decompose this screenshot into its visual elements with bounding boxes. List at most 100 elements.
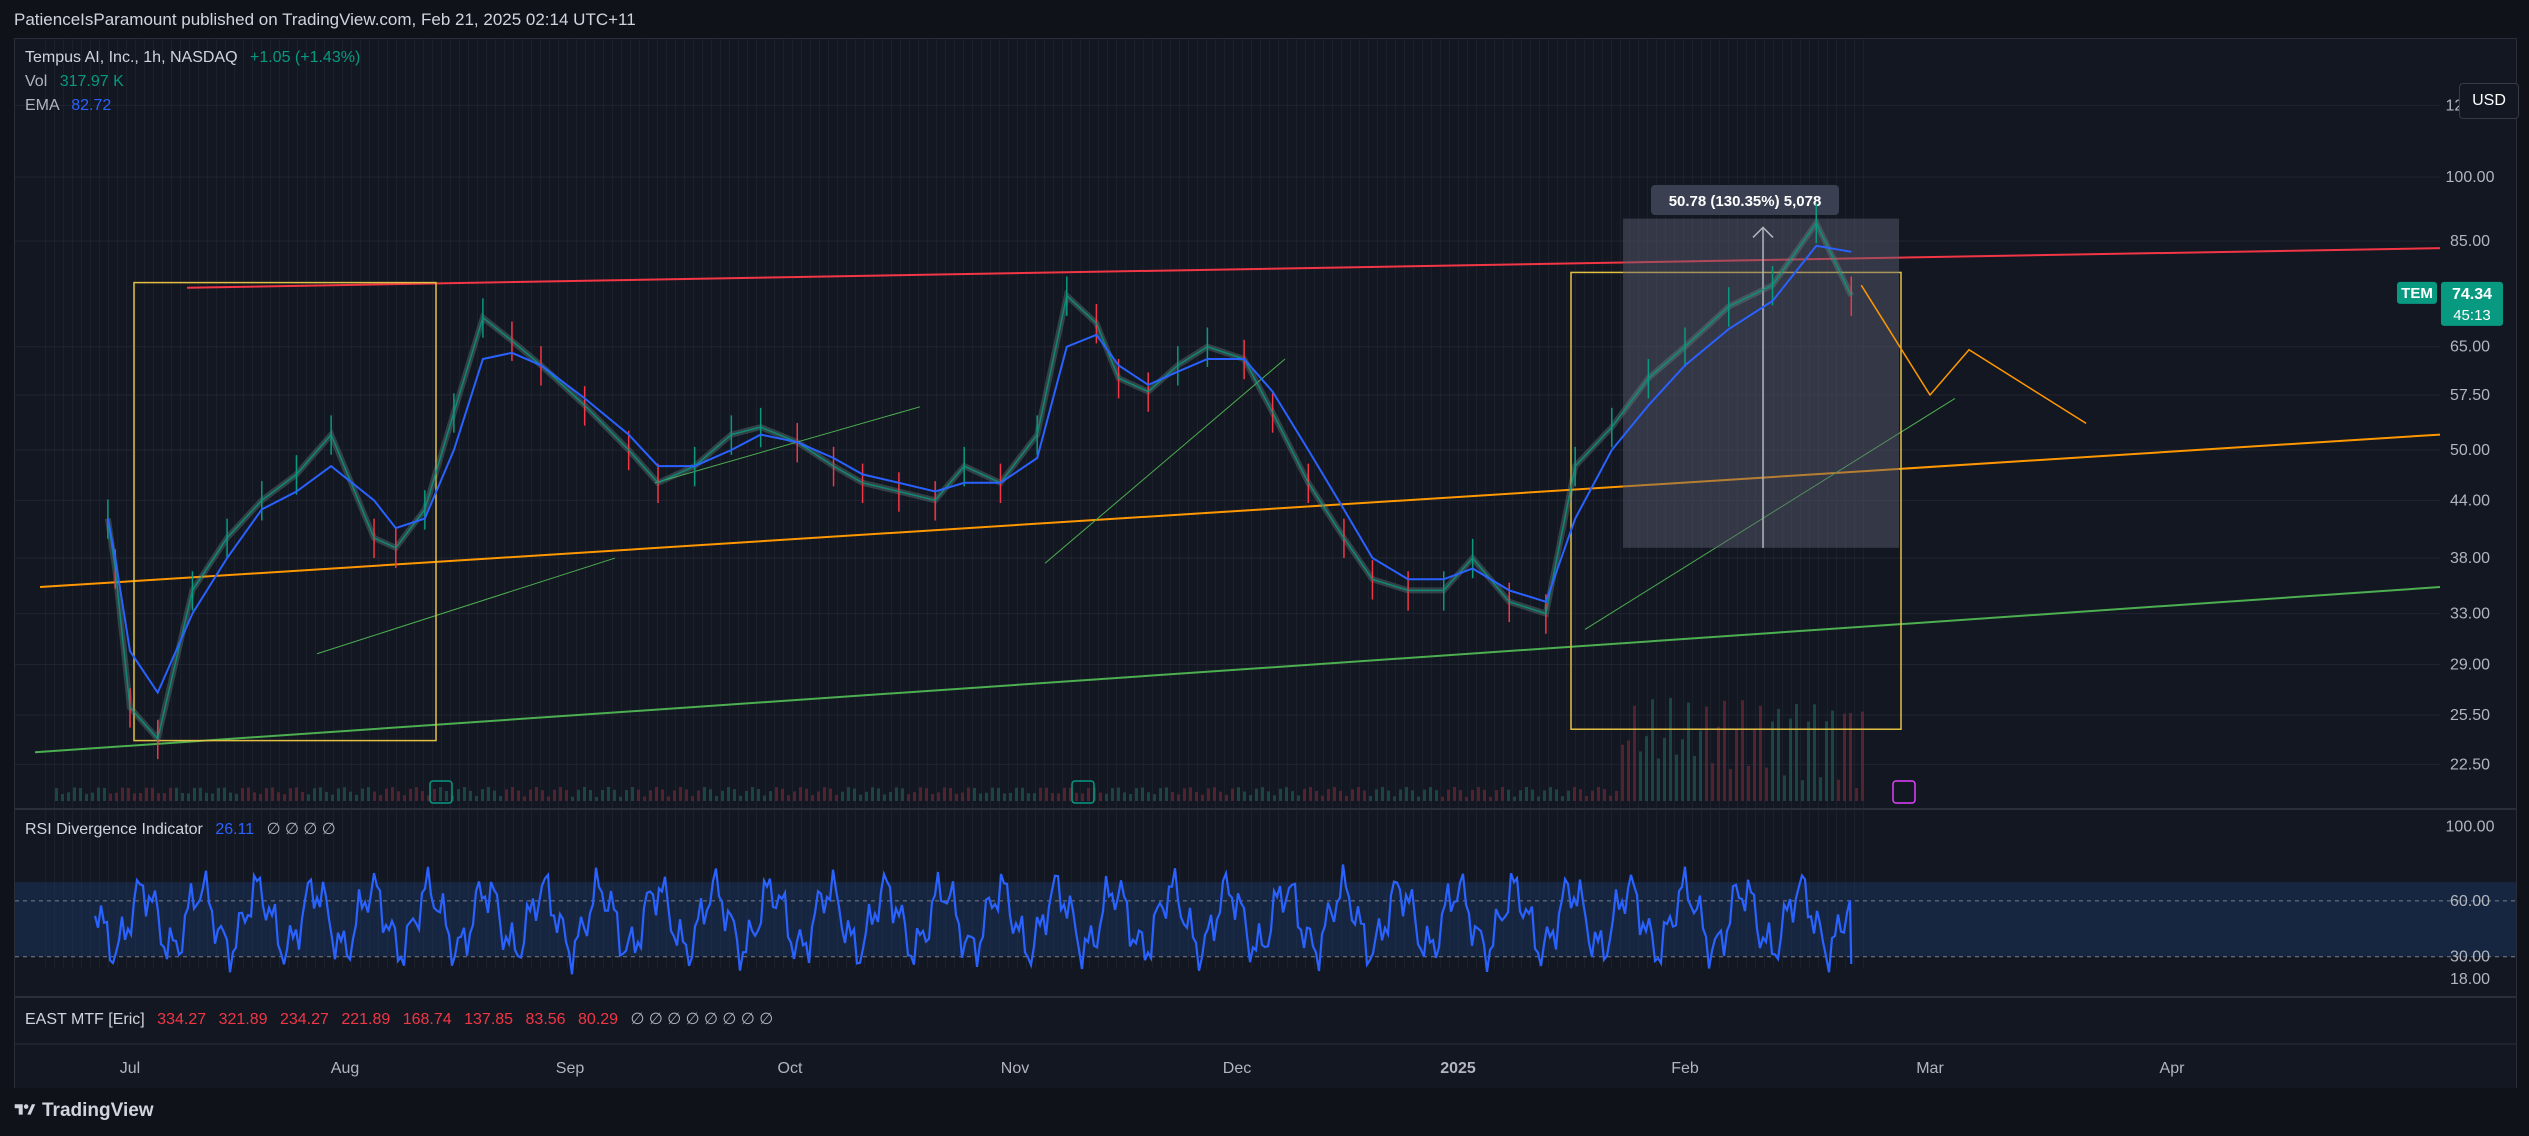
volume-bar: [1513, 796, 1516, 801]
volume-bar: [277, 792, 280, 801]
tradingview-brand[interactable]: TradingView: [14, 1100, 154, 1122]
price-chart-svg[interactable]: 50.78 (130.35%) 5,078120.00100.0085.0065…: [15, 39, 2516, 1089]
volume-bar: [1153, 794, 1156, 801]
price-change: +1.05 (+1.43%): [249, 49, 361, 66]
volume-bar: [421, 791, 424, 801]
volume-bar: [643, 796, 646, 801]
volume-bar: [505, 789, 508, 801]
grid-stripe: [1521, 39, 1522, 969]
yellow-box-left: [133, 281, 437, 742]
thin-green-trend: [316, 557, 616, 655]
volume-bar: [1261, 787, 1264, 801]
volume-bar: [1633, 705, 1636, 801]
grid-stripe: [459, 39, 460, 969]
volume-bar: [1471, 789, 1474, 801]
volume-bar: [709, 789, 712, 801]
volume-bar: [61, 794, 64, 801]
volume-bar: [1207, 788, 1210, 801]
volume-bar: [973, 787, 976, 801]
volume-bar: [1639, 751, 1642, 801]
volume-bar: [1777, 708, 1780, 801]
volume-bar: [1483, 789, 1486, 801]
volume-bar: [1711, 763, 1714, 801]
volume-bar: [241, 788, 244, 801]
volume-bar: [715, 795, 718, 801]
grid-stripe: [918, 39, 919, 969]
price-tick-label: 44.00: [2450, 492, 2490, 509]
grid-stripe: [810, 39, 811, 969]
grid-stripe: [666, 39, 667, 969]
volume-bar: [1375, 789, 1378, 801]
volume-bar: [1393, 796, 1396, 801]
east-v6: 83.56: [525, 1011, 566, 1028]
volume-bar: [703, 787, 706, 801]
grid-stripe: [576, 39, 577, 969]
volume-bar: [769, 791, 772, 801]
east-legend: EAST MTF [Eric] 334.27 321.89 234.27 221…: [25, 1009, 773, 1029]
volume-bar: [727, 787, 730, 801]
volume-bar: [493, 790, 496, 801]
grid-stripe: [765, 39, 766, 969]
volume-bar: [859, 794, 862, 801]
volume-bar: [1609, 795, 1612, 801]
volume-bar: [829, 788, 832, 801]
price-tick-label: 25.50: [2450, 707, 2490, 724]
earnings-marker-icon: [1892, 780, 1916, 804]
volume-bar: [781, 788, 784, 801]
grid-stripe: [1575, 39, 1576, 969]
volume-bar: [1519, 790, 1522, 801]
orange-trendline: [39, 433, 2441, 589]
volume-bar: [1003, 793, 1006, 801]
volume-bar: [151, 787, 154, 801]
volume-bar: [205, 792, 208, 801]
volume-bar: [1801, 780, 1804, 801]
grid-stripe: [1080, 39, 1081, 969]
volume-bar: [1567, 790, 1570, 801]
volume-bar: [1813, 704, 1816, 801]
green-trendline: [34, 586, 2441, 754]
volume-bar: [1411, 790, 1414, 801]
currency-button[interactable]: USD: [2459, 83, 2519, 119]
grid-stripe: [909, 39, 910, 969]
grid-stripe: [864, 39, 865, 969]
time-tick-label: Jul: [120, 1060, 140, 1077]
volume-bar: [109, 793, 112, 801]
volume-bar: [1843, 713, 1846, 801]
grid-stripe: [549, 39, 550, 969]
volume-bar: [631, 787, 634, 801]
east-symbols: ∅ ∅ ∅ ∅ ∅ ∅ ∅ ∅: [630, 1011, 774, 1028]
volume-bar: [511, 787, 514, 801]
volume-bar: [1819, 777, 1822, 801]
grid-stripe: [1512, 39, 1513, 969]
volume-bar: [1573, 787, 1576, 801]
volume-bar: [1549, 787, 1552, 801]
volume-bar: [1255, 788, 1258, 801]
volume-bar: [193, 787, 196, 801]
volume-bar: [1783, 775, 1786, 801]
volume-bar: [985, 792, 988, 801]
volume-bar: [1033, 793, 1036, 801]
volume-bar: [751, 787, 754, 801]
volume-bar: [895, 787, 898, 801]
volume-bar: [301, 792, 304, 801]
volume-bar: [1135, 788, 1138, 801]
grid-stripe: [837, 39, 838, 969]
volume-bar: [325, 791, 328, 801]
price-countdown: 45:13: [2453, 307, 2491, 324]
volume-bar: [1291, 791, 1294, 801]
volume-bar: [523, 796, 526, 801]
volume-bar: [457, 789, 460, 801]
rsi-title: RSI Divergence Indicator: [25, 821, 203, 838]
grid-stripe: [1404, 39, 1405, 969]
volume-bar: [955, 793, 958, 801]
volume-bar: [181, 793, 184, 801]
volume-bar: [1339, 790, 1342, 801]
volume-bar: [367, 787, 370, 801]
grid-stripe: [855, 39, 856, 969]
grid-stripe: [1395, 39, 1396, 969]
volume-bar: [463, 787, 466, 801]
chart-container[interactable]: 50.78 (130.35%) 5,078120.00100.0085.0065…: [14, 38, 2519, 1090]
volume-bar: [1039, 787, 1042, 801]
grid-stripe: [1368, 39, 1369, 969]
volume-bar: [1423, 789, 1426, 801]
